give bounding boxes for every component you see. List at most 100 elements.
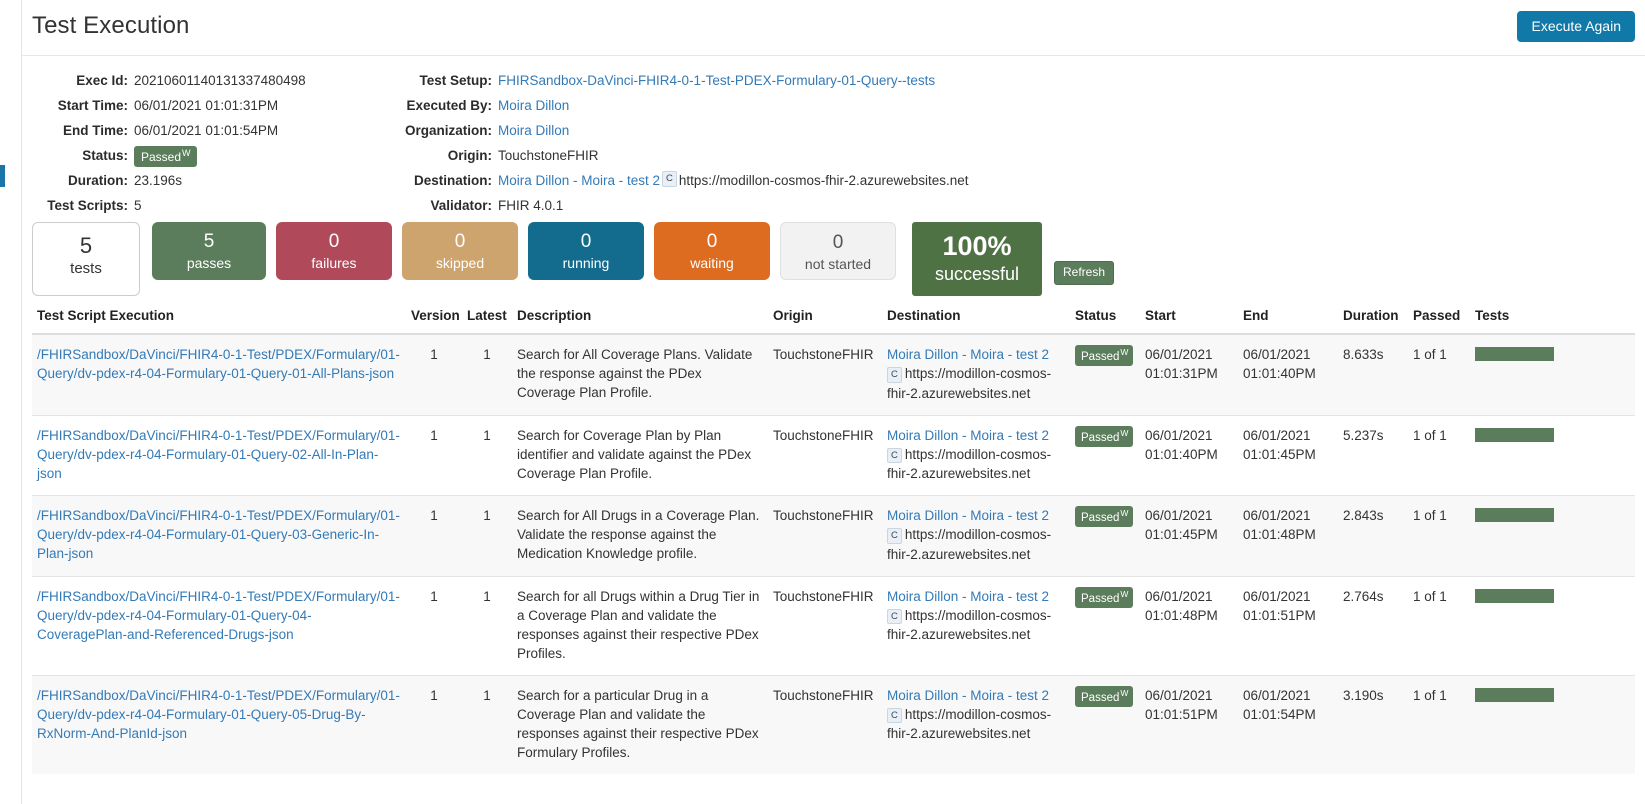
stat-running[interactable]: 0 running: [528, 222, 644, 280]
stat-passes-label: passes: [186, 255, 232, 271]
col-tests[interactable]: Tests: [1470, 300, 1635, 335]
meta-value-start-time: 06/01/2021 01:01:31PM: [134, 98, 279, 113]
status-badge[interactable]: PassedW: [1075, 586, 1134, 608]
cell-start: 06/01/2021 01:01:40PM: [1140, 414, 1238, 496]
meta-label-executed-by: Executed By:: [406, 98, 492, 113]
col-version[interactable]: Version: [406, 300, 462, 335]
stat-successful-label: successful: [934, 264, 1020, 284]
stat-tests-count: 5: [79, 233, 93, 258]
cell-duration: 2.843s: [1338, 495, 1408, 576]
execute-again-button[interactable]: Execute Again: [1517, 11, 1635, 42]
meta-value-exec-id: 20210601140131337480498: [134, 73, 306, 88]
stat-failures-label: failures: [311, 255, 357, 271]
status-badge-sup: W: [1120, 508, 1129, 518]
meta-link-destination[interactable]: Moira Dillon - Moira - test 2: [498, 173, 660, 188]
cell-start: 06/01/2021 01:01:51PM: [1140, 674, 1238, 774]
start-time: 01:01:31PM: [1145, 366, 1218, 381]
col-start[interactable]: Start: [1140, 300, 1238, 335]
status-badge[interactable]: PassedW: [1075, 506, 1134, 528]
col-duration[interactable]: Duration: [1338, 300, 1408, 335]
meta-link-organization[interactable]: Moira Dillon: [498, 123, 569, 138]
conformance-badge-icon[interactable]: C: [887, 528, 902, 544]
conformance-badge-icon[interactable]: C: [662, 171, 677, 187]
destination-link[interactable]: Moira Dillon - Moira - test 2: [887, 589, 1049, 604]
conformance-badge-icon[interactable]: C: [887, 447, 902, 463]
end-time: 01:01:40PM: [1243, 366, 1316, 381]
conformance-badge-icon[interactable]: C: [887, 707, 902, 723]
cell-latest: 1: [462, 575, 512, 675]
table-row: /FHIRSandbox/DaVinci/FHIR4-0-1-Test/PDEX…: [32, 495, 1635, 576]
stat-successful: 100% successful: [912, 222, 1042, 296]
stat-skipped[interactable]: 0 skipped: [402, 222, 518, 280]
cell-end: 06/01/2021 01:01:54PM: [1238, 674, 1338, 774]
col-status[interactable]: Status: [1070, 300, 1140, 335]
cell-passed: 1 of 1: [1408, 495, 1470, 576]
script-link[interactable]: /FHIRSandbox/DaVinci/FHIR4-0-1-Test/PDEX…: [37, 688, 400, 741]
cell-duration: 2.764s: [1338, 575, 1408, 675]
cell-passed: 1 of 1: [1408, 575, 1470, 675]
meta-link-test-setup[interactable]: FHIRSandbox-DaVinci-FHIR4-0-1-Test-PDEX-…: [498, 73, 935, 88]
col-end[interactable]: End: [1238, 300, 1338, 335]
stats-row: 5 tests 5 passes 0 failures 0 skipped 0 …: [32, 206, 1632, 296]
destination-link[interactable]: Moira Dillon - Moira - test 2: [887, 508, 1049, 523]
destination-link[interactable]: Moira Dillon - Moira - test 2: [887, 428, 1049, 443]
tests-progress-track: [1475, 427, 1630, 442]
meta-link-executed-by[interactable]: Moira Dillon: [498, 98, 569, 113]
stat-failures[interactable]: 0 failures: [276, 222, 392, 280]
script-link[interactable]: /FHIRSandbox/DaVinci/FHIR4-0-1-Test/PDEX…: [37, 347, 400, 381]
cell-origin: TouchstoneFHIR: [768, 674, 882, 774]
conformance-badge-icon[interactable]: C: [887, 608, 902, 624]
script-link[interactable]: /FHIRSandbox/DaVinci/FHIR4-0-1-Test/PDEX…: [37, 428, 400, 481]
script-link[interactable]: /FHIRSandbox/DaVinci/FHIR4-0-1-Test/PDEX…: [37, 508, 400, 561]
stat-passes[interactable]: 5 passes: [152, 222, 266, 280]
meta-value-origin: TouchstoneFHIR: [498, 148, 599, 163]
status-badge[interactable]: PassedW: [1075, 685, 1134, 707]
cell-passed: 1 of 1: [1408, 333, 1470, 415]
stat-successful-percent: 100%: [942, 231, 1012, 261]
start-time: 01:01:45PM: [1145, 527, 1218, 542]
destination-link[interactable]: Moira Dillon - Moira - test 2: [887, 688, 1049, 703]
stat-not-started[interactable]: 0 not started: [780, 222, 896, 280]
meta-row-test-setup: Test Setup: FHIRSandbox-DaVinci-FHIR4-0-1…: [402, 68, 969, 93]
status-badge[interactable]: PassedW: [1075, 345, 1134, 367]
meta-label-destination: Destination:: [413, 173, 492, 188]
cell-description: Search for All Coverage Plans. Validate …: [512, 333, 768, 415]
status-badge-text: Passed: [1081, 350, 1120, 363]
cell-start: 06/01/2021 01:01:31PM: [1140, 333, 1238, 415]
col-description[interactable]: Description: [512, 300, 768, 335]
end-date: 06/01/2021: [1243, 427, 1311, 443]
col-origin[interactable]: Origin: [768, 300, 882, 335]
cell-end: 06/01/2021 01:01:51PM: [1238, 575, 1338, 675]
cell-script: /FHIRSandbox/DaVinci/FHIR4-0-1-Test/PDEX…: [32, 414, 406, 496]
end-date: 06/01/2021: [1243, 687, 1311, 703]
stat-waiting[interactable]: 0 waiting: [654, 222, 770, 280]
col-passed[interactable]: Passed: [1408, 300, 1470, 335]
cell-tests: [1470, 674, 1635, 774]
stat-tests[interactable]: 5 tests: [32, 222, 140, 296]
end-time: 01:01:48PM: [1243, 527, 1316, 542]
cell-destination: Moira Dillon - Moira - test 2 Chttps://m…: [882, 414, 1070, 496]
status-badge-text: Passed: [1081, 511, 1120, 524]
status-badge[interactable]: PassedW: [1075, 425, 1134, 447]
status-badge[interactable]: PassedW: [134, 146, 197, 168]
destination-url: https://modillon-cosmos-fhir-2.azurewebs…: [887, 706, 1052, 742]
col-latest[interactable]: Latest: [462, 300, 512, 335]
destination-url: https://modillon-cosmos-fhir-2.azurewebs…: [887, 446, 1052, 482]
conformance-badge-icon[interactable]: C: [887, 367, 902, 383]
cell-latest: 1: [462, 674, 512, 774]
col-destination[interactable]: Destination: [882, 300, 1070, 335]
cell-description: Search for Coverage Plan by Plan identif…: [512, 414, 768, 496]
script-link[interactable]: /FHIRSandbox/DaVinci/FHIR4-0-1-Test/PDEX…: [37, 589, 400, 642]
meta-column-right: Test Setup: FHIRSandbox-DaVinci-FHIR4-0-1…: [402, 68, 969, 218]
cell-version: 1: [406, 333, 462, 415]
col-test-script-execution[interactable]: Test Script Execution: [32, 300, 406, 335]
status-badge-sup: W: [182, 148, 191, 158]
refresh-button[interactable]: Refresh: [1054, 261, 1115, 286]
table-body: /FHIRSandbox/DaVinci/FHIR4-0-1-Test/PDEX…: [32, 333, 1635, 774]
cell-script: /FHIRSandbox/DaVinci/FHIR4-0-1-Test/PDEX…: [32, 495, 406, 576]
end-date: 06/01/2021: [1243, 508, 1311, 523]
meta-label-exec-id: Exec Id:: [76, 73, 128, 88]
cell-version: 1: [406, 575, 462, 675]
left-side-tab-marker[interactable]: [0, 165, 5, 187]
destination-link[interactable]: Moira Dillon - Moira - test 2: [887, 347, 1049, 362]
